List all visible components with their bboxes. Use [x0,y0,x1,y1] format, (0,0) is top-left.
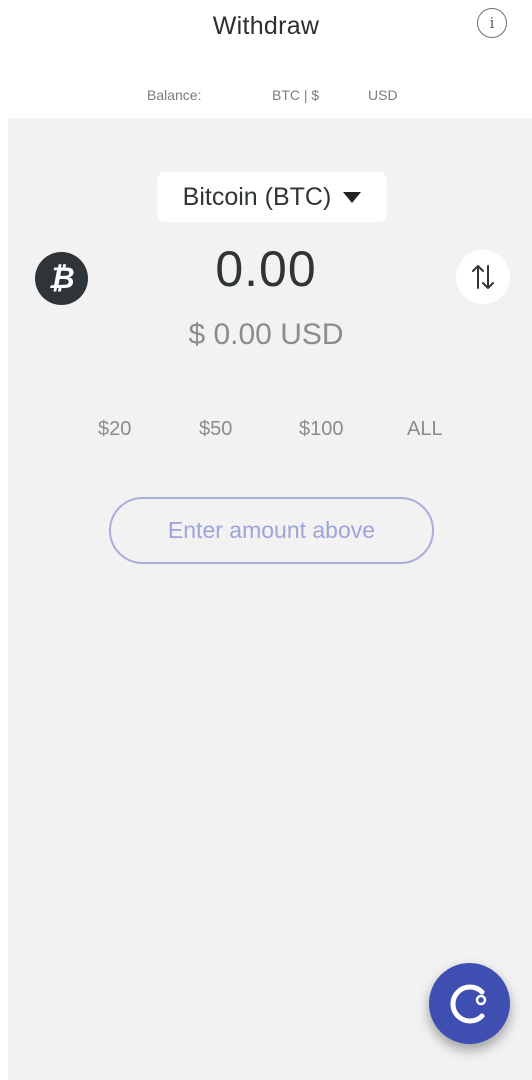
quick-amount-50[interactable]: $50 [199,418,232,441]
enter-amount-button[interactable]: Enter amount above [109,497,434,564]
balance-btc-unit: BTC | $ [272,87,320,103]
quick-amount-100[interactable]: $100 [299,418,344,441]
currency-select-label: Bitcoin (BTC) [182,182,332,211]
celsius-fab-button[interactable] [429,963,510,1044]
currency-select[interactable]: Bitcoin (BTC) [157,172,387,222]
chevron-down-icon [343,191,362,203]
balance-label: Balance: [147,87,202,103]
fiat-amount: $ 0.00 USD [188,318,344,351]
enter-amount-label: Enter amount above [167,517,376,543]
page-title: Withdraw [212,12,320,40]
quick-amount-20[interactable]: $20 [98,418,131,441]
swap-button[interactable] [456,250,510,304]
crypto-amount[interactable]: 0.00 [0,240,532,298]
balance-usd-unit: USD [368,87,398,103]
quick-amount-all[interactable]: ALL [407,418,443,441]
swap-vertical-icon [472,265,494,289]
info-icon[interactable]: i [477,8,507,38]
header: Withdraw i Balance: BTC | $ USD [0,0,532,118]
info-glyph: i [489,14,495,32]
celsius-logo-icon [449,984,486,1023]
